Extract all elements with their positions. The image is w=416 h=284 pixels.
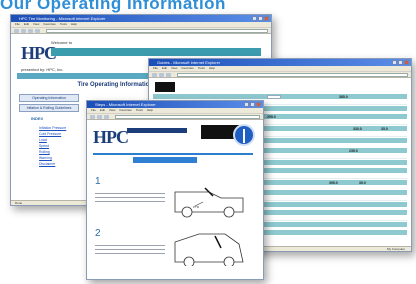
window-controls[interactable]	[392, 60, 409, 65]
maximize-icon[interactable]	[398, 60, 403, 65]
window-controls[interactable]	[244, 102, 261, 107]
operating-information-button[interactable]: Operating Information	[19, 94, 79, 102]
value-box	[267, 95, 281, 99]
data-toolbar	[149, 71, 411, 78]
table-cell: 385.0	[339, 95, 348, 99]
menu-view[interactable]: View	[171, 66, 177, 71]
forward-icon[interactable]	[21, 28, 26, 33]
address-bar[interactable]	[177, 72, 408, 77]
maximize-icon[interactable]	[250, 102, 255, 107]
step-1-diagram: PTR	[169, 178, 249, 218]
close-icon[interactable]	[404, 60, 409, 65]
minimize-icon[interactable]	[244, 102, 249, 107]
menu-file[interactable]: File	[91, 108, 96, 113]
table-header-block	[155, 82, 175, 92]
address-bar[interactable]	[46, 28, 268, 33]
steps-page-content: HPC 1 PTR 2	[87, 120, 263, 276]
steps-section-label	[133, 157, 197, 163]
step-2-text	[95, 242, 165, 256]
table-cell: 395.0	[329, 181, 338, 185]
minimize-icon[interactable]	[252, 16, 257, 21]
steps-window-titlebar[interactable]: Steps - Microsoft Internet Explorer	[87, 101, 263, 108]
table-cell: 295.0	[267, 115, 276, 119]
forward-icon[interactable]	[159, 72, 164, 77]
refresh-icon[interactable]	[104, 114, 109, 119]
steps-header-band	[127, 128, 187, 133]
truck-front-diagram	[174, 233, 244, 268]
truck-side-diagram: PTR	[174, 187, 244, 218]
menu-edit[interactable]: Edit	[162, 66, 167, 71]
status-zone: My Computer	[386, 247, 405, 251]
menu-help[interactable]: Help	[209, 66, 215, 71]
step-2-diagram	[169, 226, 249, 268]
data-window-title: Guides - Microsoft Internet Explorer	[157, 60, 221, 65]
page-subtitle: Tire Operating Information	[77, 82, 153, 88]
menu-edit[interactable]: Edit	[24, 22, 29, 27]
table-cell: 35.0	[359, 181, 366, 185]
hpc-logo: HPC	[93, 127, 129, 147]
close-icon[interactable]	[264, 16, 269, 21]
back-icon[interactable]	[90, 114, 95, 119]
menu-tools[interactable]: Tools	[198, 66, 205, 71]
refresh-icon[interactable]	[28, 28, 33, 33]
menu-file[interactable]: File	[153, 66, 158, 71]
link-disclaimer[interactable]: Disclaimer	[39, 162, 66, 166]
link-warning[interactable]: Warning	[39, 156, 66, 160]
steps-toolbar	[87, 113, 263, 120]
address-bar[interactable]	[115, 114, 260, 119]
data-window-titlebar[interactable]: Guides - Microsoft Internet Explorer	[149, 59, 411, 66]
header-band	[51, 48, 261, 56]
menu-view[interactable]: View	[109, 108, 115, 113]
welcome-text: Welcome to	[51, 40, 73, 45]
menu-favorites[interactable]: Favorites	[181, 66, 193, 71]
hpc-logo: HPC	[21, 43, 57, 63]
presented-by: presented by: HPC, Inc.	[21, 67, 64, 72]
main-window-title: HPC Tire Monitoring - Microsoft Internet…	[19, 16, 106, 21]
main-toolbar	[11, 27, 271, 34]
maximize-icon[interactable]	[258, 16, 263, 21]
page-heading: Our Operating Information	[0, 0, 226, 13]
table-cell: 330.0	[353, 127, 362, 131]
window-controls[interactable]	[252, 16, 269, 21]
menu-edit[interactable]: Edit	[100, 108, 105, 113]
menu-help[interactable]: Help	[71, 22, 77, 27]
step-number-2: 2	[95, 228, 101, 239]
table-cell: 35.0	[381, 127, 388, 131]
menu-help[interactable]: Help	[147, 108, 153, 113]
link-inflation-pressure[interactable]: Inflation Pressure	[39, 126, 66, 130]
step-number-1: 1	[95, 176, 101, 187]
menu-view[interactable]: View	[33, 22, 39, 27]
inflation-guidelines-button[interactable]: Inflation & Rolling Guidelines	[19, 104, 79, 112]
home-icon[interactable]	[35, 28, 40, 33]
table-cell: 235.0	[349, 149, 358, 153]
divider-line	[93, 153, 253, 155]
menu-tools[interactable]: Tools	[136, 108, 143, 113]
steps-browser-window[interactable]: Steps - Microsoft Internet Explorer File…	[86, 100, 264, 280]
menu-tools[interactable]: Tools	[60, 22, 67, 27]
back-icon[interactable]	[152, 72, 157, 77]
link-speed[interactable]: Speed	[39, 144, 66, 148]
link-cold-pressure[interactable]: Cold Pressure	[39, 132, 66, 136]
link-load[interactable]: Load	[39, 138, 66, 142]
menu-file[interactable]: File	[15, 22, 20, 27]
menu-favorites[interactable]: Favorites	[43, 22, 55, 27]
back-icon[interactable]	[14, 28, 19, 33]
index-title: INDEX	[31, 116, 44, 121]
minimize-icon[interactable]	[392, 60, 397, 65]
refresh-icon[interactable]	[166, 72, 171, 77]
main-window-titlebar[interactable]: HPC Tire Monitoring - Microsoft Internet…	[11, 15, 271, 22]
menu-favorites[interactable]: Favorites	[119, 108, 131, 113]
steps-window-title: Steps - Microsoft Internet Explorer	[95, 102, 156, 107]
diagram-label: PTR	[193, 205, 200, 209]
step-1-text	[95, 190, 165, 204]
forward-icon[interactable]	[97, 114, 102, 119]
index-links: Inflation Pressure Cold Pressure Load Sp…	[39, 126, 66, 166]
close-icon[interactable]	[256, 102, 261, 107]
tire-gauge-icon	[233, 124, 255, 146]
link-rolling[interactable]: Rolling	[39, 150, 66, 154]
